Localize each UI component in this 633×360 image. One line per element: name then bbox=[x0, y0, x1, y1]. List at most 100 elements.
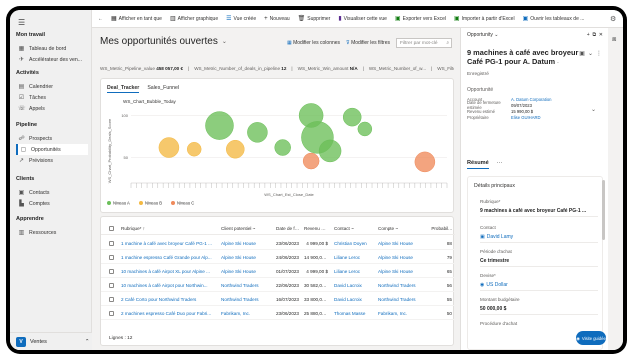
row-checkbox[interactable] bbox=[109, 296, 114, 302]
guided-tour-button[interactable]: ◉ Visite guidée bbox=[576, 331, 606, 345]
settings-gear-icon[interactable]: ⚙ bbox=[610, 15, 617, 23]
table-cell[interactable]: Fabrikam, Inc. bbox=[218, 311, 273, 316]
table-cell[interactable]: Thomas Masse bbox=[331, 311, 375, 316]
tab-more[interactable]: ··· bbox=[497, 160, 503, 169]
table-cell[interactable]: Northwind Traders bbox=[375, 283, 425, 288]
kpi-item[interactable]: WS_Metric_Pipeline_value 458 057,00 € bbox=[100, 66, 183, 71]
field-value[interactable]: Ce trimestre bbox=[480, 258, 509, 264]
table-cell[interactable]: Northwind Traders bbox=[375, 297, 425, 302]
sidebar-item-pr-visions[interactable]: ↗ Prévisions bbox=[16, 155, 88, 166]
row-checkbox[interactable] bbox=[109, 240, 114, 246]
table-row[interactable]: 1 machine à café avec broyeur Café PG-1 … bbox=[101, 237, 455, 250]
chevron-down-icon[interactable]: ⌄ bbox=[591, 106, 596, 113]
table-cell[interactable]: 10 machines à café Airpot pour Northwin.… bbox=[118, 283, 218, 288]
entity-switcher[interactable]: Opportunity ⌄ bbox=[467, 32, 498, 38]
table-cell[interactable]: Alpine Ski House bbox=[375, 255, 425, 260]
table-row[interactable]: 2 Café Corto pour Northwind Traders North… bbox=[101, 293, 455, 306]
command-excel-import[interactable]: ▣ Importer à partir d'Excel bbox=[454, 15, 515, 23]
field-value[interactable]: 9 machines à café avec broyeur Café PG-1… bbox=[480, 208, 586, 214]
area-switcher[interactable]: V Ventes ⌃ bbox=[10, 332, 92, 350]
table-cell[interactable]: 1 machine à café avec broyeur Café PG-1 … bbox=[118, 241, 218, 246]
table-cell[interactable]: Fabrikam, Inc. bbox=[375, 311, 425, 316]
meta-value[interactable]: Elise GUIHARD bbox=[511, 115, 541, 120]
row-checkbox[interactable] bbox=[109, 254, 114, 260]
select-all-checkbox[interactable] bbox=[109, 226, 114, 231]
command-plus[interactable]: + Nouveau bbox=[264, 16, 290, 22]
command-chart[interactable]: ▥ Afficher graphique bbox=[170, 15, 218, 23]
sidebar-item-t-ches[interactable]: ☑ Tâches bbox=[16, 92, 88, 103]
table-cell[interactable]: Alpine Ski House bbox=[375, 241, 425, 246]
tab-deal-tracker[interactable]: Deal_Tracker bbox=[107, 85, 140, 93]
meta-value[interactable]: A. Datum Corporation bbox=[511, 97, 552, 102]
command-delete[interactable]: 🗑 Supprimer bbox=[298, 15, 331, 23]
hamburger-menu-icon[interactable]: ☰ bbox=[18, 18, 25, 27]
kpi-item[interactable]: WS_FilterBar_Combo bbox=[437, 66, 454, 71]
row-checkbox[interactable] bbox=[109, 310, 114, 316]
row-checkbox[interactable] bbox=[109, 282, 114, 288]
command-dashboard-open[interactable]: ▣ Ouvrir les tableaux de ... bbox=[523, 15, 585, 23]
column-header[interactable]: Client potentiel ~ bbox=[218, 226, 273, 231]
table-cell[interactable]: 1 machine espresso Café Grande pour Alp.… bbox=[118, 255, 218, 260]
table-cell[interactable]: 2 Café Corto pour Northwind Traders bbox=[118, 297, 218, 302]
table-cell[interactable]: Northwind Traders bbox=[218, 297, 273, 302]
sidebar-item-comptes[interactable]: ▙ Comptes bbox=[16, 198, 88, 209]
table-cell[interactable]: Liliane Leroc bbox=[331, 255, 375, 260]
kpi-item[interactable]: WS_Metric_Number_of_w... bbox=[369, 66, 426, 71]
column-header[interactable]: Date de fer... bbox=[273, 226, 301, 231]
sidebar-item-tableau-de-bord[interactable]: ▦ Tableau de bord bbox=[16, 43, 88, 54]
table-cell[interactable]: 10 machines à café Airpot XL pour Alpine… bbox=[118, 269, 218, 274]
back-arrow-icon[interactable]: ← bbox=[98, 16, 103, 22]
sidebar-item-contacts[interactable]: ▣ Contacts bbox=[16, 187, 88, 198]
column-header[interactable]: Compte ~ bbox=[375, 226, 425, 231]
copilot-icon[interactable]: ⧈ bbox=[612, 36, 616, 44]
table-cell[interactable]: David Lacroix bbox=[331, 297, 375, 302]
sidebar-item-opportunit-s[interactable]: ▢ Opportunités bbox=[16, 144, 88, 155]
sidebar-item-prospects[interactable]: ☍ Prospects bbox=[16, 133, 88, 144]
tab-summary[interactable]: Résumé bbox=[467, 160, 489, 169]
column-header[interactable]: Probabil... bbox=[425, 226, 455, 231]
command-view[interactable]: ☰ Vue créée bbox=[226, 15, 256, 23]
panel-scrollbar[interactable] bbox=[602, 180, 605, 240]
table-cell[interactable]: David Lacroix bbox=[331, 283, 375, 288]
column-header[interactable]: Rubrique* ↑ bbox=[118, 226, 218, 231]
save-icon[interactable]: ▣ bbox=[579, 50, 585, 57]
add-icon[interactable]: + bbox=[587, 32, 590, 38]
command-visualize[interactable]: ▮ Visualiser cette vue bbox=[338, 15, 387, 23]
table-row[interactable]: 2 machines espresso Café Duo pour Fabri.… bbox=[101, 307, 455, 320]
sidebar-item-acc-l-rateur-des-ven[interactable]: ✈ Accélérateur des ven... bbox=[16, 54, 88, 65]
kpi-item[interactable]: WS_Metric_Win_amount N/A bbox=[298, 66, 358, 71]
tab-sales-funnel[interactable]: Sales_Funnel bbox=[147, 85, 179, 93]
chevron-down-icon[interactable]: ⌄ bbox=[588, 50, 593, 57]
kpi-item[interactable]: WS_Metric_Number_of_deals_in_pipeline 12 bbox=[194, 66, 286, 71]
table-row[interactable]: 10 machines à café Airpot XL pour Alpine… bbox=[101, 265, 455, 278]
more-icon[interactable]: ⋮ bbox=[596, 50, 602, 57]
table-cell[interactable]: Alpine Ski House bbox=[218, 269, 273, 274]
table-cell[interactable]: Alpine Ski House bbox=[218, 241, 273, 246]
sidebar-item-calendrier[interactable]: ▤ Calendrier bbox=[16, 81, 88, 92]
edit-filters-button[interactable]: ⊽ Modifier les filtres bbox=[346, 40, 390, 46]
table-cell: 16/07/2023 bbox=[276, 296, 299, 302]
edit-columns-button[interactable]: ▦ Modifier les colonnes bbox=[287, 40, 340, 46]
field-value[interactable]: 50 000,00 $ bbox=[480, 306, 506, 312]
keyword-filter-input[interactable]: Filtrer par mot-clé ⌕ bbox=[396, 38, 452, 48]
command-excel-export[interactable]: ▣ Exporter vers Excel bbox=[395, 15, 446, 23]
command-grid[interactable]: ▦ Afficher en tant que bbox=[111, 15, 162, 23]
table-cell[interactable]: 2 machines espresso Café Duo pour Fabri.… bbox=[118, 311, 218, 316]
field-value[interactable]: ▣ David Lamy bbox=[480, 234, 513, 240]
table-cell[interactable]: Liliane Leroc bbox=[331, 269, 375, 274]
view-selector[interactable]: Mes opportunités ouvertes ⌄ bbox=[100, 36, 227, 47]
column-header[interactable]: Contact ~ bbox=[331, 226, 375, 231]
column-header[interactable]: Revenu estim... bbox=[301, 226, 331, 231]
table-row[interactable]: 10 machines à café Airpot pour Northwin.… bbox=[101, 279, 455, 292]
row-checkbox[interactable] bbox=[109, 268, 114, 274]
table-cell[interactable]: Alpine Ski House bbox=[375, 269, 425, 274]
open-record-icon[interactable]: ⧉ bbox=[592, 32, 596, 38]
sidebar-item-ressources[interactable]: ▥ Ressources bbox=[16, 227, 88, 238]
table-cell[interactable]: Alpine Ski House bbox=[218, 255, 273, 260]
field-value[interactable]: ◉ US Dollar bbox=[480, 282, 508, 288]
sidebar-item-appels[interactable]: ☏ Appels bbox=[16, 103, 88, 114]
table-cell[interactable]: Northwind Traders bbox=[218, 283, 273, 288]
table-cell[interactable]: Christian Doyen bbox=[331, 241, 375, 246]
close-icon[interactable]: ✕ bbox=[599, 32, 603, 38]
table-row[interactable]: 1 machine espresso Café Grande pour Alp.… bbox=[101, 251, 455, 264]
